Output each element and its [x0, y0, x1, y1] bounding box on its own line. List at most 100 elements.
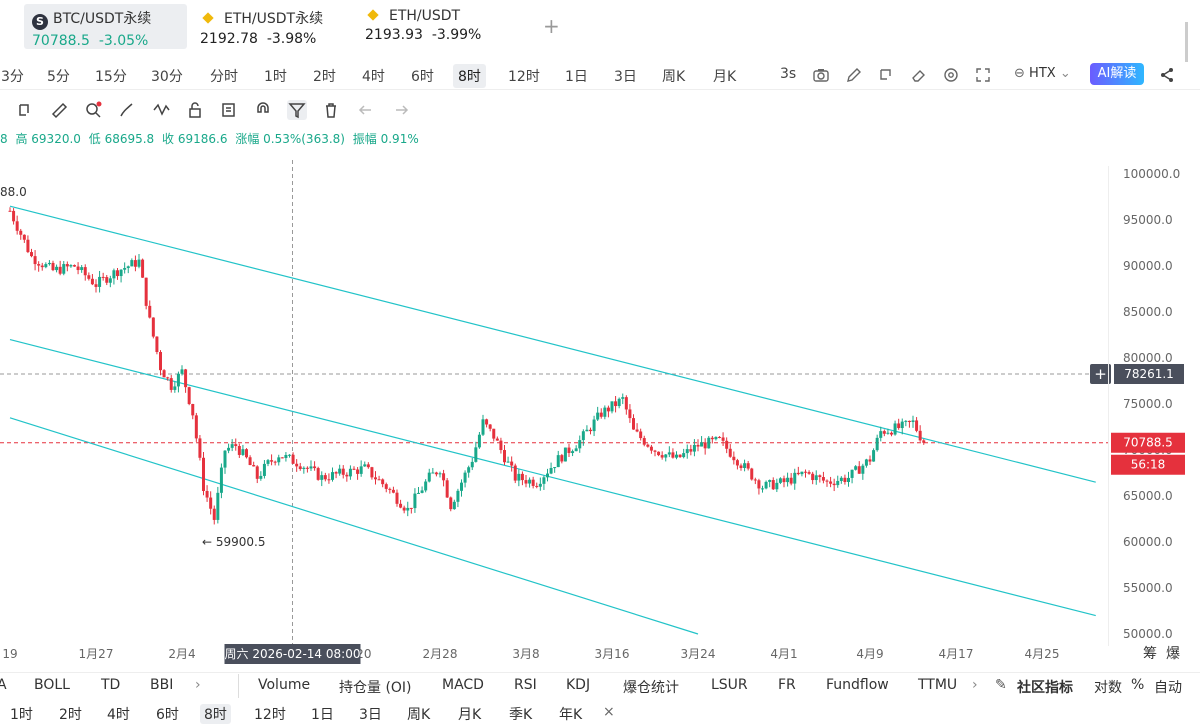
candle-body	[918, 430, 922, 441]
candle-body	[402, 507, 406, 511]
delete-icon[interactable]	[321, 100, 341, 120]
interval-5m[interactable]: 5分	[42, 64, 75, 88]
candle-body	[739, 465, 743, 468]
interval-month[interactable]: 月K	[708, 64, 741, 88]
chevron-right-icon[interactable]: ›	[195, 677, 201, 693]
indicator-item[interactable]: A	[0, 677, 7, 693]
candle-body	[374, 477, 377, 480]
indicator-liquidation[interactable]: 爆仓统计	[623, 677, 679, 697]
candle-body	[642, 438, 646, 445]
candle-body	[90, 278, 94, 285]
indicator-volume[interactable]: Volume	[258, 677, 310, 693]
indicator-td[interactable]: TD	[101, 677, 120, 693]
plus-icon[interactable]: +	[543, 14, 560, 38]
interval-6h[interactable]: 6时	[156, 704, 179, 724]
interval-3d[interactable]: 3日	[609, 64, 642, 88]
interval-week[interactable]: 周K	[407, 704, 430, 724]
trend-line-icon[interactable]	[16, 100, 36, 120]
interval-year[interactable]: 年K	[559, 704, 582, 724]
indicator-fundflow[interactable]: Fundflow	[826, 677, 889, 693]
eraser-icon[interactable]	[910, 66, 928, 84]
candle-body	[313, 466, 317, 469]
interval-6h[interactable]: 6时	[406, 64, 439, 88]
log-scale-toggle[interactable]: 对数	[1094, 677, 1122, 697]
interval-1d[interactable]: 1日	[311, 704, 334, 724]
auto-scale-toggle[interactable]: 自动	[1154, 677, 1182, 697]
candle-body	[191, 404, 195, 416]
zoom-icon[interactable]	[83, 100, 103, 120]
indicator-macd[interactable]: MACD	[442, 677, 484, 693]
fullscreen-icon[interactable]	[974, 66, 992, 84]
interval-week[interactable]: 周K	[657, 64, 690, 88]
indicator-rsi[interactable]: RSI	[514, 677, 537, 693]
settings-icon[interactable]	[942, 66, 960, 84]
ruler-icon[interactable]	[49, 100, 69, 120]
candle-body	[30, 252, 33, 257]
indicator-boll[interactable]: BOLL	[34, 677, 70, 693]
edit-icon[interactable]: ✎	[995, 677, 1007, 693]
interval-1h[interactable]: 1时	[259, 64, 292, 88]
indicator-fr[interactable]: FR	[778, 677, 796, 693]
redo-icon[interactable]	[390, 100, 410, 120]
candle-body	[248, 457, 252, 466]
candlestick-chart[interactable]: 100000.0 95000.0 90000.0 85000.0 80000.0 7500…	[0, 140, 1200, 670]
exchange-select[interactable]: ⊖ HTX ⌄	[1010, 64, 1075, 83]
lock-icon[interactable]	[185, 100, 205, 120]
candle-body	[273, 461, 277, 463]
interval-4h[interactable]: 4时	[357, 64, 390, 88]
candle-body	[413, 493, 417, 509]
magnet-icon[interactable]	[253, 100, 273, 120]
candle-body	[535, 485, 539, 487]
candle-body	[495, 438, 499, 441]
camera-icon[interactable]	[812, 66, 830, 84]
interval-1d[interactable]: 1日	[560, 64, 593, 88]
community-indicators[interactable]: 社区指标	[1017, 677, 1073, 697]
interval-12h[interactable]: 12时	[254, 704, 286, 724]
indicator-oi[interactable]: 持仓量 (OI)	[339, 677, 412, 697]
interval-4h[interactable]: 4时	[107, 704, 130, 724]
candle-body	[148, 305, 152, 318]
interval-3m[interactable]: 3分	[0, 64, 29, 88]
ticker-tab-eth-spot[interactable]: ETH/USDT 2193.93 -3.99%	[357, 4, 517, 49]
ticker-tab-eth-perp[interactable]: ETH/USDT永续 2192.78 -3.98%	[192, 4, 352, 49]
low-price-label: ← 59900.5	[202, 535, 266, 549]
interval-quarter[interactable]: 季K	[509, 704, 532, 724]
chevron-right-icon[interactable]: ›	[972, 677, 978, 693]
interval-timeshare[interactable]: 分时	[205, 64, 243, 88]
interval-1h[interactable]: 1时	[10, 704, 33, 724]
interval-30m[interactable]: 30分	[146, 64, 188, 88]
indicator-lsur[interactable]: LSUR	[711, 677, 748, 693]
interval-15m[interactable]: 15分	[90, 64, 132, 88]
scroll-handle[interactable]	[1185, 22, 1191, 62]
y-axis-tick-label: 50000.0	[1123, 627, 1173, 641]
close-icon[interactable]: ×	[603, 704, 615, 720]
filter-icon[interactable]	[287, 100, 307, 120]
interval-12h[interactable]: 12时	[503, 64, 545, 88]
candle-body	[356, 469, 360, 474]
cursor-icon[interactable]	[877, 66, 895, 84]
pen-icon[interactable]	[845, 66, 863, 84]
indicator-ttmu[interactable]: TTMU	[918, 677, 957, 693]
interval-8h[interactable]: 8时	[200, 704, 231, 724]
candle-body	[141, 259, 145, 278]
brush-icon[interactable]	[117, 100, 137, 120]
indicator-kdj[interactable]: KDJ	[566, 677, 590, 693]
interval-month[interactable]: 月K	[458, 704, 481, 724]
candle-body	[915, 420, 919, 431]
indicator-bbi[interactable]: BBI	[150, 677, 173, 693]
candle-body	[761, 488, 764, 490]
percent-scale-toggle[interactable]: %	[1131, 677, 1144, 693]
candle-body	[488, 424, 492, 429]
annotation-icon[interactable]	[219, 100, 239, 120]
pattern-icon[interactable]	[151, 100, 171, 120]
interval-2h[interactable]: 2时	[308, 64, 341, 88]
share-icon[interactable]	[1158, 66, 1176, 84]
interval-8h[interactable]: 8时	[453, 64, 486, 88]
interval-3d[interactable]: 3日	[359, 704, 382, 724]
ticker-tab-btc[interactable]: S BTC/USDT永续 70788.5 -3.05%	[24, 4, 187, 49]
candle-body	[449, 497, 453, 510]
refresh-rate[interactable]: 3s	[775, 64, 801, 84]
ai-analysis-button[interactable]: AI解读	[1090, 63, 1144, 85]
undo-icon[interactable]	[357, 100, 377, 120]
interval-2h[interactable]: 2时	[59, 704, 82, 724]
